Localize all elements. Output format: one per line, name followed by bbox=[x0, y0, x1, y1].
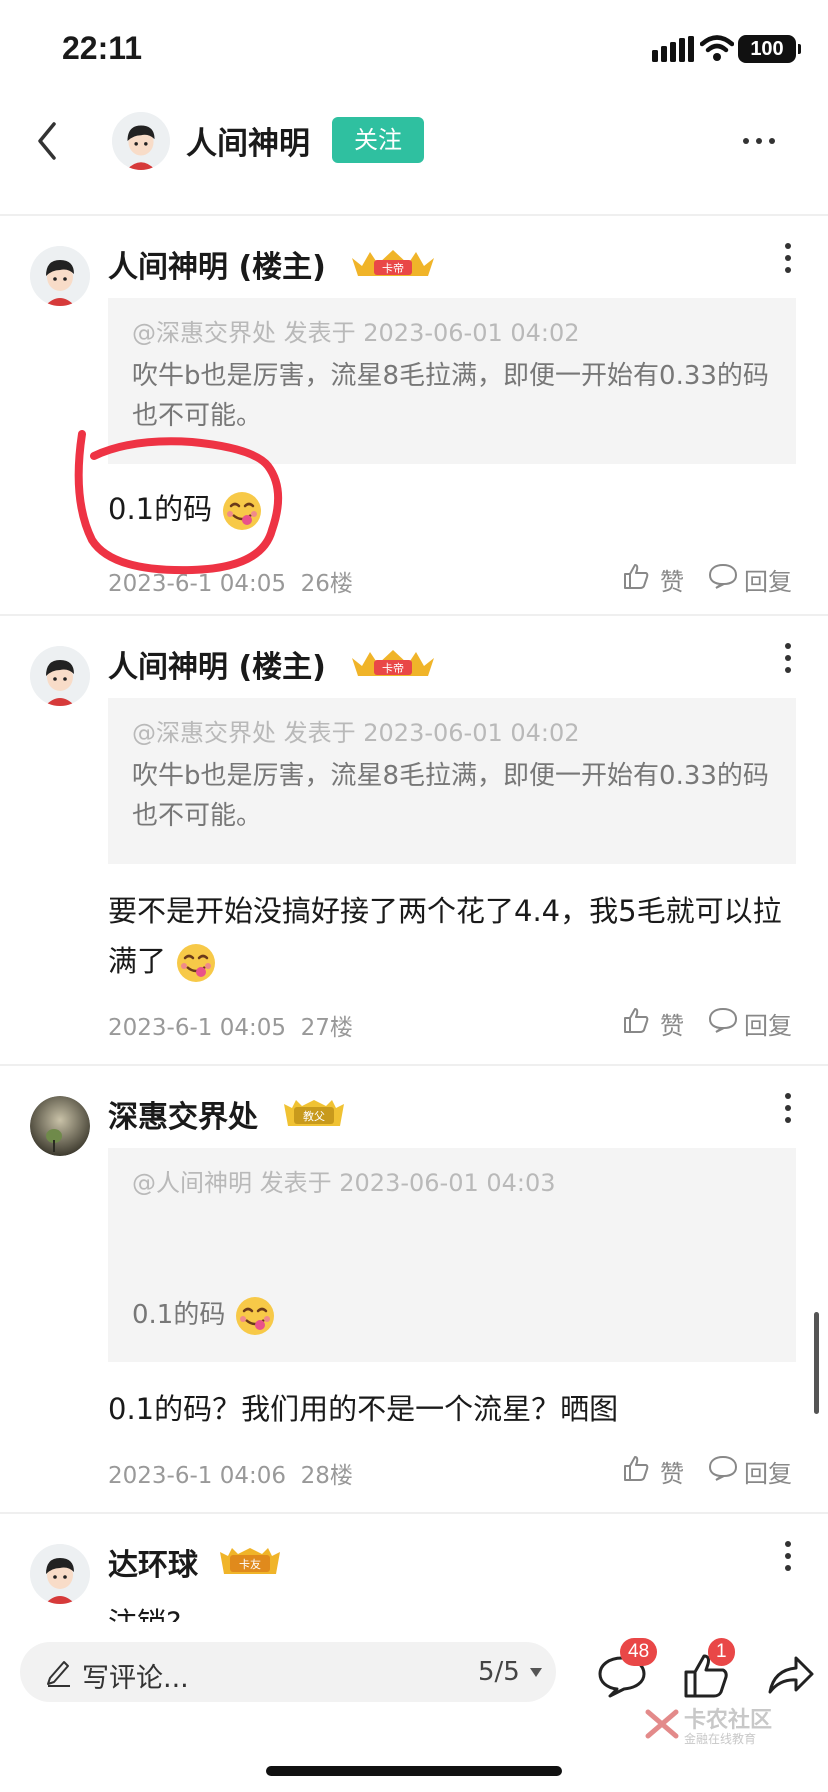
caret-down-icon[interactable] bbox=[530, 1668, 542, 1677]
avatar-photo-icon bbox=[30, 1096, 90, 1156]
comment-count-badge: 48 bbox=[620, 1638, 658, 1666]
more-vertical-icon[interactable] bbox=[784, 642, 792, 674]
comment-body: 要不是开始没搞好接了两个花了4.4，我5毛就可以拉满了 bbox=[108, 886, 808, 986]
more-icon[interactable] bbox=[742, 136, 776, 146]
quote-meta: @深惠交界处 发表于 2023-06-01 04:02 bbox=[132, 319, 580, 347]
page-indicator[interactable]: 5/5 bbox=[478, 1657, 520, 1687]
comment-meta: 2023-6-1 04:06 28楼 bbox=[108, 1456, 353, 1490]
quoted-reply: @深惠交界处 发表于 2023-06-01 04:02 吹牛b也是厉害，流星8毛… bbox=[108, 698, 796, 864]
wifi-icon bbox=[700, 35, 734, 61]
more-vertical-icon[interactable] bbox=[784, 242, 792, 274]
like-count-badge: 1 bbox=[708, 1638, 735, 1666]
pen-icon bbox=[47, 1661, 70, 1687]
rank-badge: 卡友 bbox=[220, 1548, 280, 1574]
nav-avatar[interactable] bbox=[112, 112, 170, 170]
comment-item: 人间神明 (楼主) 卡帝 @深惠交界处 发表于 2023-06-01 04:02… bbox=[0, 616, 828, 1066]
like-button[interactable]: 赞 bbox=[622, 1004, 692, 1040]
reply-button[interactable]: 回复 bbox=[708, 1004, 804, 1040]
author-name[interactable]: 深惠交界处 bbox=[108, 1092, 258, 1136]
more-vertical-icon[interactable] bbox=[784, 1540, 792, 1572]
avatar[interactable] bbox=[30, 1544, 90, 1604]
watermark-subtitle: 金融在线教育 bbox=[684, 1732, 757, 1746]
share-icon[interactable] bbox=[766, 1654, 816, 1696]
svg-text:卡友: 卡友 bbox=[239, 1557, 261, 1571]
watermark-logo-icon bbox=[645, 1709, 679, 1739]
annotation-circle bbox=[74, 430, 283, 575]
comment-body: 0.1的码？我们用的不是一个流星？晒图 bbox=[108, 1384, 808, 1434]
reply-bubble-icon bbox=[708, 563, 738, 589]
yummy-face-emoji-icon bbox=[177, 944, 216, 982]
quote-text: 吹牛b也是厉害，流星8毛拉满，即便一开始有0.33的码也不可能。 bbox=[132, 761, 769, 831]
avatar-cartoon-icon bbox=[30, 1544, 90, 1604]
quote-meta: @人间神明 发表于 2023-06-01 04:03 bbox=[132, 1169, 556, 1197]
floor-number: 27楼 bbox=[300, 1015, 353, 1041]
thumbs-up-icon bbox=[624, 1008, 649, 1033]
quote-text: 0.1的码 bbox=[132, 1294, 772, 1337]
svg-text:卡帝: 卡帝 bbox=[382, 661, 404, 675]
status-bar: 22:11 100 bbox=[0, 0, 828, 100]
rank-badge: 卡帝 bbox=[352, 250, 434, 276]
comment-meta: 2023-6-1 04:05 27楼 bbox=[108, 1008, 353, 1042]
author-name[interactable]: 人间神明 (楼主) bbox=[108, 642, 326, 686]
comment-text: 0.1的码？我们用的不是一个流星？晒图 bbox=[108, 1392, 619, 1426]
nav-title[interactable]: 人间神明 bbox=[186, 118, 310, 163]
rank-badge: 卡帝 bbox=[352, 650, 434, 676]
yummy-face-emoji-icon bbox=[235, 1296, 274, 1335]
follow-button[interactable]: 关注 bbox=[332, 117, 424, 163]
reply-button[interactable]: 回复 bbox=[708, 1452, 804, 1488]
quote-text-content: 0.1的码 bbox=[132, 1300, 226, 1330]
watermark: 卡农社区 金融在线教育 bbox=[644, 1702, 794, 1748]
back-icon[interactable] bbox=[28, 118, 68, 164]
avatar[interactable] bbox=[30, 246, 90, 306]
rank-badge: 教父 bbox=[284, 1100, 344, 1126]
avatar-cartoon-icon bbox=[112, 112, 170, 170]
reply-bubble-icon bbox=[708, 1455, 738, 1481]
quote-meta: @深惠交界处 发表于 2023-06-01 04:02 bbox=[132, 719, 580, 747]
status-time: 22:11 bbox=[62, 30, 143, 66]
comment-item: 深惠交界处 教父 @人间神明 发表于 2023-06-01 04:03 0.1的… bbox=[0, 1066, 828, 1514]
timestamp: 2023-6-1 04:05 bbox=[108, 1015, 286, 1041]
avatar[interactable] bbox=[30, 646, 90, 706]
cellular-signal-icon bbox=[652, 36, 694, 62]
thumbs-up-icon bbox=[624, 1456, 649, 1481]
quote-text: 吹牛b也是厉害，流星8毛拉满，即便一开始有0.33的码也不可能。 bbox=[132, 361, 769, 431]
home-indicator bbox=[266, 1766, 562, 1776]
quoted-reply: @人间神明 发表于 2023-06-01 04:03 0.1的码 bbox=[108, 1148, 796, 1362]
comment-placeholder: 写评论... bbox=[82, 1663, 189, 1694]
like-button[interactable]: 赞 bbox=[622, 560, 692, 596]
bottom-action-bar: 写评论... 5/5 48 1 卡农社区 金融在线教育 bbox=[0, 1622, 828, 1792]
battery-icon: 100 bbox=[738, 35, 801, 63]
like-button[interactable]: 赞 bbox=[622, 1452, 692, 1488]
scrollbar-thumb[interactable] bbox=[814, 1312, 819, 1414]
reply-bubble-icon bbox=[708, 1007, 738, 1033]
thumbs-up-icon bbox=[624, 564, 649, 589]
author-name[interactable]: 达环球 bbox=[108, 1540, 198, 1584]
comment-item: 达环球 卡友 注销? bbox=[0, 1514, 828, 1622]
top-nav: 人间神明 关注 bbox=[0, 100, 828, 184]
avatar-cartoon-icon bbox=[30, 646, 90, 706]
comment-input[interactable]: 写评论... 5/5 bbox=[20, 1642, 556, 1702]
avatar-cartoon-icon bbox=[30, 246, 90, 306]
floor-number: 28楼 bbox=[300, 1463, 353, 1489]
more-vertical-icon[interactable] bbox=[784, 1092, 792, 1124]
timestamp: 2023-6-1 04:06 bbox=[108, 1463, 286, 1489]
author-name[interactable]: 人间神明 (楼主) bbox=[108, 242, 326, 286]
svg-text:卡帝: 卡帝 bbox=[382, 261, 404, 275]
reply-button[interactable]: 回复 bbox=[708, 560, 804, 596]
comment-body: 注销? bbox=[108, 1598, 808, 1622]
avatar[interactable] bbox=[30, 1096, 90, 1156]
svg-text:教父: 教父 bbox=[303, 1110, 325, 1123]
